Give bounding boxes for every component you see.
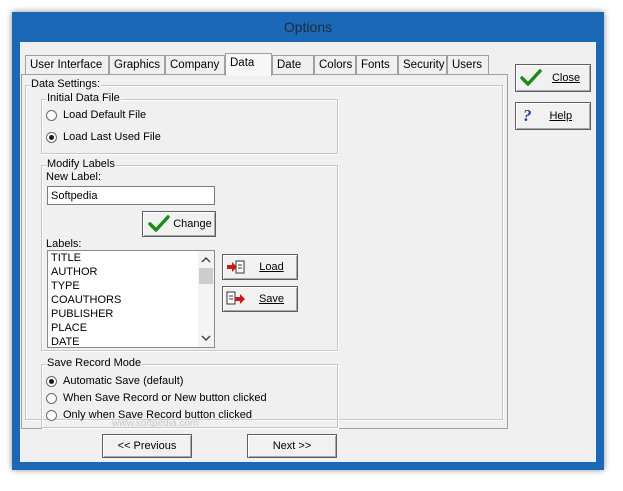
help-button-label: Help [549, 110, 573, 122]
help-question-icon: ? [523, 106, 532, 125]
checkmark-icon [148, 215, 170, 232]
when-save-or-new-label: When Save Record or New button clicked [63, 392, 267, 404]
list-item[interactable]: COAUTHORS [48, 293, 214, 307]
data-settings-group: Data Settings: Initial Data File Load De… [25, 78, 503, 429]
radio-automatic-save[interactable] [46, 376, 57, 387]
help-button[interactable]: ? Help [515, 102, 591, 130]
options-window: Options User Interface Graphics Company … [12, 12, 604, 470]
save-button-label: Save [258, 293, 285, 305]
tab-company[interactable]: Company [165, 55, 225, 74]
change-button[interactable]: Change [142, 211, 216, 237]
labels-caption: Labels: [46, 238, 82, 250]
list-item[interactable]: TYPE [48, 279, 214, 293]
list-item[interactable]: TITLE [48, 251, 214, 265]
tab-user-interface[interactable]: User Interface [25, 55, 109, 74]
automatic-save-label: Automatic Save (default) [63, 375, 184, 387]
change-button-label: Change [173, 218, 212, 230]
chevron-up-icon[interactable] [198, 253, 214, 267]
next-button[interactable]: Next >> [247, 434, 337, 458]
labels-listbox[interactable]: TITLE AUTHOR TYPE COAUTHORS PUBLISHER PL… [47, 250, 215, 348]
load-button[interactable]: Load [222, 254, 298, 280]
initial-data-file-title: Initial Data File [46, 92, 121, 104]
radio-load-last-used-file[interactable] [46, 132, 57, 143]
tab-fonts[interactable]: Fonts [356, 55, 398, 74]
radio-only-when-save[interactable] [46, 410, 57, 421]
list-item[interactable]: AUTHOR [48, 265, 214, 279]
list-item[interactable]: PUBLISHER [48, 307, 214, 321]
initial-data-file-group: Initial Data File Load Default File Load… [41, 92, 338, 154]
close-button-label: Close [551, 72, 581, 84]
modify-labels-group: Modify Labels New Label: Change Labels: … [41, 158, 338, 351]
previous-button-label: << Previous [117, 440, 177, 452]
load-file-icon [227, 260, 245, 274]
window-client-area: User Interface Graphics Company Data Dat… [20, 42, 596, 462]
radio-when-save-or-new[interactable] [46, 393, 57, 404]
softpedia-watermark: www.softpedia.com [112, 418, 199, 429]
list-item[interactable]: PLACE [48, 321, 214, 335]
chevron-down-icon[interactable] [198, 331, 214, 345]
new-label-input[interactable] [47, 186, 215, 205]
tab-graphics[interactable]: Graphics [109, 55, 165, 74]
tab-data[interactable]: Data [225, 53, 272, 76]
checkmark-icon [520, 69, 542, 86]
window-title: Options [283, 19, 333, 35]
data-settings-title: Data Settings: [30, 78, 102, 90]
load-default-file-label: Load Default File [63, 109, 147, 121]
radio-load-default-file[interactable] [46, 110, 57, 121]
tab-security[interactable]: Security [398, 55, 447, 74]
save-button[interactable]: Save [222, 286, 298, 312]
scroll-thumb[interactable] [199, 268, 213, 284]
list-item[interactable]: DATE [48, 335, 214, 347]
save-record-mode-title: Save Record Mode [46, 357, 143, 369]
tab-date[interactable]: Date [272, 55, 314, 74]
load-button-label: Load [259, 261, 284, 273]
new-label-caption: New Label: [46, 171, 102, 183]
modify-labels-title: Modify Labels [46, 158, 116, 170]
save-file-icon [226, 291, 245, 305]
load-last-used-file-label: Load Last Used File [63, 131, 161, 143]
previous-button[interactable]: << Previous [102, 434, 192, 458]
data-tab-panel: Data Settings: Initial Data File Load De… [21, 74, 508, 429]
next-button-label: Next >> [272, 440, 312, 452]
save-record-mode-group: Save Record Mode Automatic Save (default… [41, 357, 338, 429]
tab-colors[interactable]: Colors [314, 55, 356, 74]
tab-users[interactable]: Users [447, 55, 489, 74]
close-button[interactable]: Close [515, 64, 591, 92]
labels-scrollbar[interactable] [198, 251, 214, 347]
